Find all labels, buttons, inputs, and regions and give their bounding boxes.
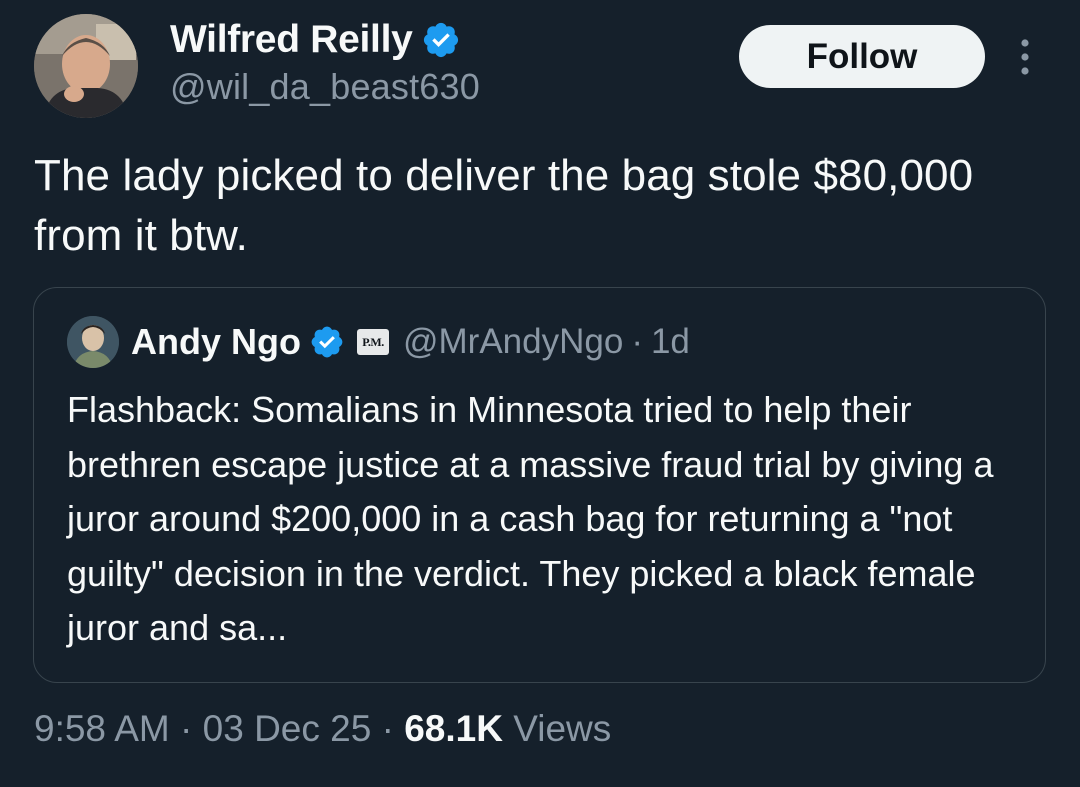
follow-button[interactable]: Follow: [739, 25, 985, 88]
tweet-text: The lady picked to deliver the bag stole…: [34, 151, 974, 260]
views-count: 68.1K: [404, 708, 503, 749]
quoted-tweet-text: Flashback: Somalians in Minnesota tried …: [67, 389, 994, 648]
quoted-tweet-card[interactable]: Andy Ngo P.M. @MrAndyNgo · 1d Flashback:…: [33, 287, 1046, 683]
more-vertical-icon[interactable]: [1010, 36, 1040, 78]
quoted-author-avatar: [67, 316, 119, 368]
quoted-tweet-header: Andy Ngo P.M. @MrAndyNgo · 1d: [67, 314, 690, 370]
author-name[interactable]: Wilfred Reilly: [170, 18, 413, 62]
verified-badge-icon: [423, 22, 458, 58]
quoted-author-handle: @MrAndyNgo: [402, 322, 624, 361]
tweet-meta: 9:58 AM · 03 Dec 25 · 68.1K Views: [34, 708, 611, 750]
views-label: Views: [502, 708, 612, 749]
affiliate-badge: P.M.: [356, 329, 389, 355]
author-handle[interactable]: @wil_da_beast630: [170, 66, 480, 108]
quoted-author-name: Andy Ngo: [131, 321, 301, 362]
meta-separator: ·: [371, 708, 405, 749]
author-avatar[interactable]: [34, 14, 138, 118]
meta-separator: ·: [169, 708, 203, 749]
tweet-date[interactable]: 03 Dec 25: [203, 708, 372, 749]
tweet-time[interactable]: 9:58 AM: [34, 708, 170, 749]
author-name-row[interactable]: Wilfred Reilly: [170, 14, 461, 66]
separator-dot: ·: [631, 322, 643, 361]
verified-badge-icon: [311, 326, 343, 358]
quoted-tweet-time: 1d: [650, 322, 690, 361]
